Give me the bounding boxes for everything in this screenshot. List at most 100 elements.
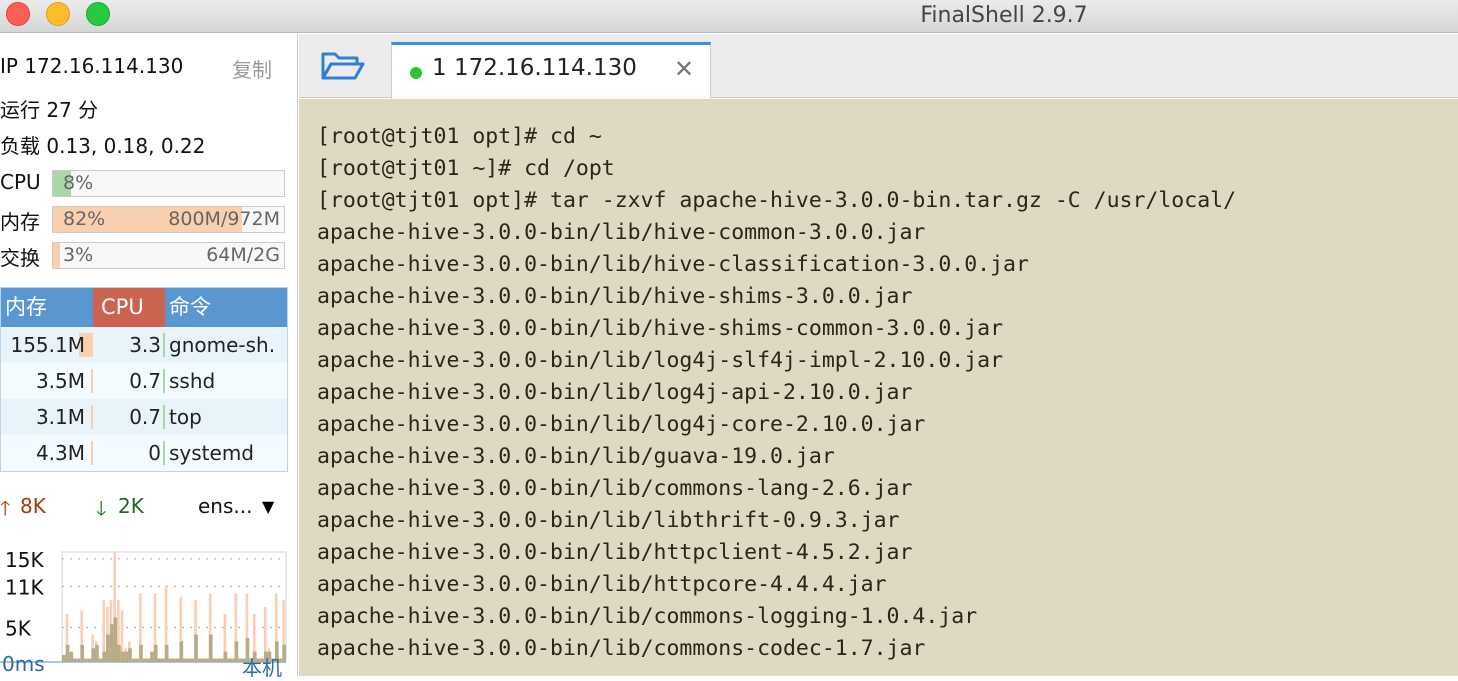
download-bar <box>201 658 206 662</box>
download-bar <box>161 658 165 662</box>
sidebar: IP 172.16.114.130 复制 运行 27 分 负载 0.13, 0.… <box>0 34 298 680</box>
tab-bar: 1 172.16.114.130 ✕ <box>299 34 1458 99</box>
meter-percent: 82% <box>63 208 106 230</box>
copy-ip-button[interactable]: 复制 <box>232 54 272 83</box>
download-bar <box>208 634 213 662</box>
terminal-line: apache-hive-3.0.0-bin/lib/log4j-core-2.1… <box>317 412 926 437</box>
terminal-line: apache-hive-3.0.0-bin/lib/log4j-slf4j-im… <box>317 348 1004 373</box>
title-bar: FinalShell 2.9.7 <box>0 0 1458 33</box>
download-bar <box>183 658 187 662</box>
download-bar <box>76 658 81 662</box>
download-bar <box>73 658 77 662</box>
download-bar <box>98 658 103 662</box>
cpu-bar <box>163 369 165 393</box>
process-row[interactable]: 3.1M 0.7 top <box>1 399 287 435</box>
download-bar <box>197 658 202 662</box>
host-select[interactable]: 本机 <box>242 652 282 681</box>
uptime: 运行 27 分 <box>0 98 99 122</box>
process-table: 内存 CPU 命令 155.1M 3.3 gnome-sh. 3.5M 0.7 … <box>0 287 288 472</box>
download-bar <box>117 644 121 662</box>
download-bar <box>172 658 176 662</box>
meter-amount: 64M/2G <box>206 244 280 266</box>
download-bar <box>150 651 154 662</box>
download-bar <box>205 658 209 662</box>
process-memory: 155.1M <box>10 333 85 357</box>
ip-address: IP 172.16.114.130 <box>0 54 184 78</box>
meter-label: 交换 <box>0 246 40 270</box>
download-bar <box>234 641 239 662</box>
meter-fill <box>53 243 60 268</box>
download-bar <box>87 658 92 662</box>
folder-icon[interactable] <box>321 50 365 82</box>
download-bar <box>80 644 85 662</box>
download-bar <box>219 658 224 662</box>
terminal-line: apache-hive-3.0.0-bin/lib/hive-common-3.… <box>317 220 926 245</box>
download-bar <box>223 651 228 662</box>
process-memory: 3.5M <box>35 369 85 393</box>
download-bar <box>186 658 191 662</box>
download-bar <box>153 644 158 662</box>
header-cpu[interactable]: CPU <box>93 288 165 327</box>
download-bar <box>142 658 147 662</box>
download-bar <box>69 651 74 662</box>
tab-label: 1 172.16.114.130 <box>432 55 637 81</box>
header-memory[interactable]: 内存 <box>1 288 93 327</box>
terminal[interactable]: [root@tjt01 opt]# cd ~ [root@tjt01 ~]# cd… <box>299 99 1458 676</box>
terminal-line: apache-hive-3.0.0-bin/lib/hive-shims-com… <box>317 316 1004 341</box>
y-tick-label: 5K <box>5 617 32 641</box>
process-cpu: 0 <box>148 441 161 465</box>
terminal-line: apache-hive-3.0.0-bin/lib/hive-classific… <box>317 252 1029 277</box>
download-bar <box>227 658 231 662</box>
download-bar <box>102 651 107 662</box>
terminal-line: apache-hive-3.0.0-bin/lib/httpclient-4.5… <box>317 540 913 565</box>
process-row[interactable]: 155.1M 3.3 gnome-sh. <box>1 327 287 363</box>
process-command: systemd <box>169 441 254 465</box>
terminal-line: apache-hive-3.0.0-bin/lib/log4j-api-2.10… <box>317 380 913 405</box>
process-cpu: 0.7 <box>129 369 161 393</box>
download-bar <box>113 617 118 662</box>
process-cpu: 0.7 <box>129 405 161 429</box>
download-bar <box>139 644 143 662</box>
terminal-line: apache-hive-3.0.0-bin/lib/commons-lang-2… <box>317 476 913 501</box>
network-chart: 15K 11K 5K <box>0 548 287 663</box>
cpu-bar <box>163 441 165 465</box>
download-bar <box>84 658 88 662</box>
latency: 0ms <box>2 652 45 676</box>
download-bar <box>91 648 96 662</box>
download-bar <box>216 658 220 662</box>
meter-percent: 3% <box>63 244 94 266</box>
download-bar <box>190 658 195 662</box>
download-bar <box>95 644 99 662</box>
meter-label: 内存 <box>0 210 40 234</box>
process-row[interactable]: 3.5M 0.7 sshd <box>1 363 287 399</box>
download-bar <box>124 651 129 662</box>
process-row[interactable]: 4.3M 0 systemd <box>1 435 287 471</box>
terminal-line: apache-hive-3.0.0-bin/lib/httpcore-4.4.4… <box>317 572 887 597</box>
download-bar <box>106 634 110 662</box>
download-bar <box>128 648 132 662</box>
header-command[interactable]: 命令 <box>165 288 287 327</box>
download-bar <box>65 644 70 662</box>
download-bar <box>168 658 173 662</box>
download-bar <box>194 634 198 662</box>
window-title: FinalShell 2.9.7 <box>920 3 1088 28</box>
terminal-line: apache-hive-3.0.0-bin/lib/guava-19.0.jar <box>317 444 835 469</box>
terminal-line: apache-hive-3.0.0-bin/lib/commons-codec-… <box>317 636 926 661</box>
download-bar <box>62 655 66 662</box>
terminal-line: [root@tjt01 opt]# cd ~ <box>317 124 602 149</box>
close-tab-icon[interactable]: ✕ <box>674 55 694 83</box>
cpu-bar <box>163 333 165 357</box>
download-bar <box>146 658 151 662</box>
y-tick-label: 11K <box>5 575 44 599</box>
process-memory: 4.3M <box>35 441 85 465</box>
download-bar <box>164 644 169 662</box>
meter-bar: 8% <box>52 170 285 197</box>
meter-label: CPU <box>0 170 41 194</box>
download-bar <box>131 658 136 662</box>
process-table-header: 内存 CPU 命令 <box>1 288 287 327</box>
terminal-line: [root@tjt01 ~]# cd /opt <box>317 156 615 181</box>
process-command: sshd <box>169 369 216 393</box>
process-command: gnome-sh. <box>169 333 276 357</box>
download-bar <box>157 658 162 662</box>
tab-session-1[interactable]: 1 172.16.114.130 ✕ <box>391 42 711 99</box>
